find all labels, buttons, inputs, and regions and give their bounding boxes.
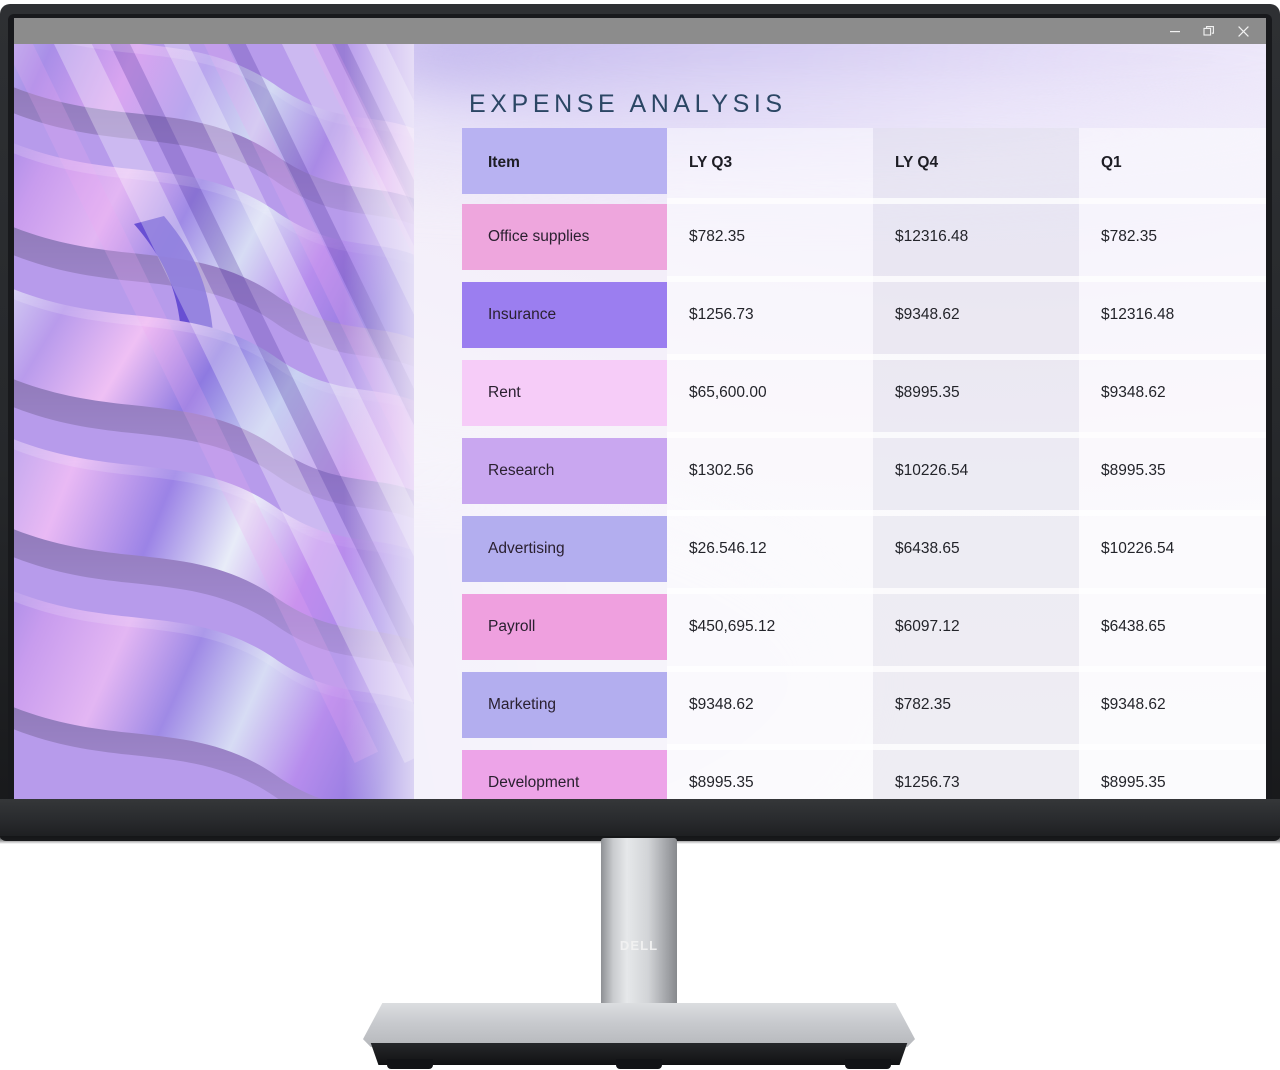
row-label-cell: Marketing [462,666,667,744]
table-cell: $450,695.12 [689,618,776,635]
screenshot-root: EXPENSE ANALYSIS Item LY Q3 LY Q4 Q1 Office … [0,0,1280,1070]
table-row: Research $1302.56 $10226.54 $8995.35 [462,432,1266,510]
table-cell: $1256.73 [895,774,960,791]
column-header-q1: Q1 [1101,154,1122,171]
close-button[interactable] [1226,18,1260,44]
column-header-ly-q3: LY Q3 [689,154,733,171]
table-cell: $782.35 [689,228,746,245]
column-header-item: Item [462,128,667,198]
table-cell: $8995.35 [1101,462,1166,479]
table-row: Development $8995.35 $1256.73 $8995.35 [462,744,1266,799]
row-label-text: Insurance [488,306,557,323]
table-cell: $10226.54 [1101,540,1175,557]
row-label-text: Advertising [488,540,565,557]
row-label-text: Payroll [488,618,536,635]
table-row: Payroll $450,695.12 $6097.12 $6438.65 [462,588,1266,666]
monitor-bottom-bezel [0,799,1280,841]
table-header-row: Item LY Q3 LY Q4 Q1 [462,128,1266,198]
row-label-cell: Insurance [462,276,667,354]
table-cell: $6438.65 [1101,618,1166,635]
row-label-cell: Office supplies [462,198,667,276]
stand-base-top [363,1003,915,1047]
table-cell: $1302.56 [689,462,754,479]
table-row: Insurance $1256.73 $9348.62 $12316.48 [462,276,1266,354]
table-cell: $782.35 [1101,228,1158,245]
monitor-stand-neck: DELL [601,838,677,1013]
table-row: Marketing $9348.62 $782.35 $9348.62 [462,666,1266,744]
row-label-cell: Payroll [462,588,667,666]
table-cell: $9348.62 [895,306,960,323]
dell-logo: DELL [619,938,659,953]
monitor-stand-base [363,1003,915,1069]
table-row: Advertising $26.546.12 $6438.65 $10226.54 [462,510,1266,588]
monitor-body: EXPENSE ANALYSIS Item LY Q3 LY Q4 Q1 Office … [0,4,1280,844]
row-label-text: Research [488,462,555,479]
table-cell: $782.35 [895,696,952,713]
stand-foot [387,1059,433,1069]
table-cell: $8995.35 [1101,774,1166,791]
column-header-label: Item [488,154,520,171]
decorative-artwork [14,44,414,799]
row-label-cell: Rent [462,354,667,432]
row-label-cell: Advertising [462,510,667,588]
table-cell: $9348.62 [1101,384,1166,401]
minimize-button[interactable] [1158,18,1192,44]
restore-icon [1203,26,1214,36]
table-cell: $65,600.00 [689,384,767,401]
table-cell: $10226.54 [895,462,969,479]
presentation-slide: EXPENSE ANALYSIS Item LY Q3 LY Q4 Q1 Office … [14,44,1266,799]
window-titlebar [14,18,1266,44]
background-wave-2 [394,44,1266,134]
page-title: EXPENSE ANALYSIS [469,90,787,118]
close-icon [1237,25,1249,37]
table-cell: $9348.62 [1101,696,1166,713]
row-label-text: Office supplies [488,228,590,245]
table-cell: $6097.12 [895,618,960,635]
minimize-icon [1170,31,1180,33]
table-cell: $12316.48 [1101,306,1175,323]
stand-foot [616,1059,662,1069]
row-label-text: Development [488,774,580,791]
row-label-text: Marketing [488,696,557,713]
artwork-fade-overlay [344,44,414,799]
table-cell: $12316.48 [895,228,969,245]
row-label-cell: Research [462,432,667,510]
row-label-text: Rent [488,384,521,401]
table-cell: $8995.35 [895,384,960,401]
stand-foot [845,1059,891,1069]
restore-button[interactable] [1192,18,1226,44]
table-cell: $6438.65 [895,540,960,557]
table-cell: $1256.73 [689,306,754,323]
table-row: Rent $65,600.00 $8995.35 $9348.62 [462,354,1266,432]
table-cell: $9348.62 [689,696,754,713]
row-label-cell: Development [462,744,667,799]
table-row: Office supplies $782.35 $12316.48 $782.35 [462,198,1266,276]
table-cell: $26.546.12 [689,540,767,557]
expense-table: Item LY Q3 LY Q4 Q1 Office supplies $782.35 $1… [462,128,1266,799]
monitor-screen: EXPENSE ANALYSIS Item LY Q3 LY Q4 Q1 Office … [14,18,1266,799]
table-cell: $8995.35 [689,774,754,791]
column-header-ly-q4: LY Q4 [895,154,939,171]
